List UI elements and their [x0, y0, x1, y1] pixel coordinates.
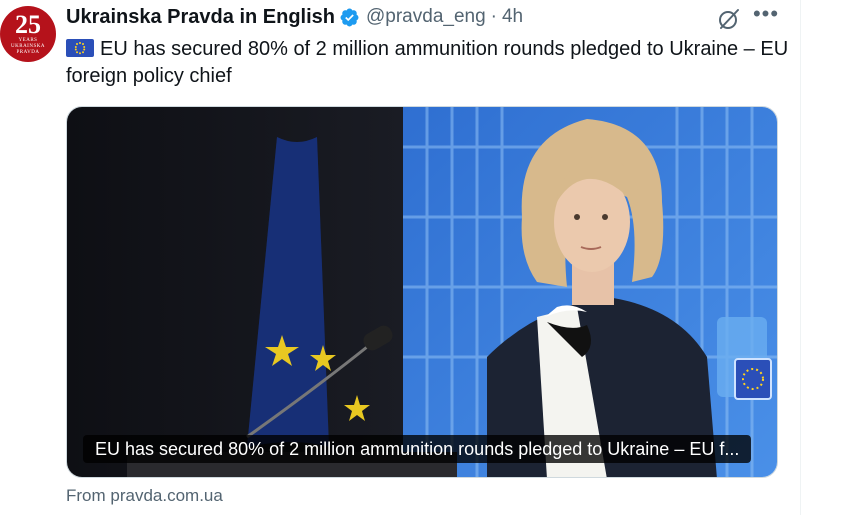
- article-photo: [67, 107, 777, 477]
- grok-icon[interactable]: [716, 6, 742, 32]
- more-options-icon[interactable]: •••: [752, 3, 780, 30]
- column-divider: [800, 0, 801, 515]
- card-source-link[interactable]: From pravda.com.ua: [66, 486, 223, 506]
- verified-badge-icon[interactable]: [339, 7, 360, 28]
- eu-flag-icon: [66, 39, 94, 57]
- tweet-body: EU has secured 80% of 2 million ammuniti…: [66, 38, 789, 87]
- tweet-header: Ukrainska Pravda in English @pravda_eng …: [66, 4, 523, 30]
- avatar-number: 25: [15, 10, 41, 39]
- timestamp[interactable]: 4h: [502, 6, 523, 28]
- tweet-text: EU has secured 80% of 2 million ammuniti…: [66, 36, 791, 90]
- avatar[interactable]: 25 YEARS UKRAINSKA PRAVDA: [0, 6, 56, 62]
- link-card[interactable]: EU has secured 80% of 2 million ammuniti…: [66, 106, 778, 478]
- card-caption: EU has secured 80% of 2 million ammuniti…: [83, 435, 752, 463]
- handle[interactable]: @pravda_eng: [366, 6, 486, 28]
- avatar-sub2: UKRAINSKA PRAVDA: [11, 44, 45, 55]
- separator-dot: ·: [490, 6, 497, 27]
- display-name[interactable]: Ukrainska Pravda in English: [66, 6, 335, 29]
